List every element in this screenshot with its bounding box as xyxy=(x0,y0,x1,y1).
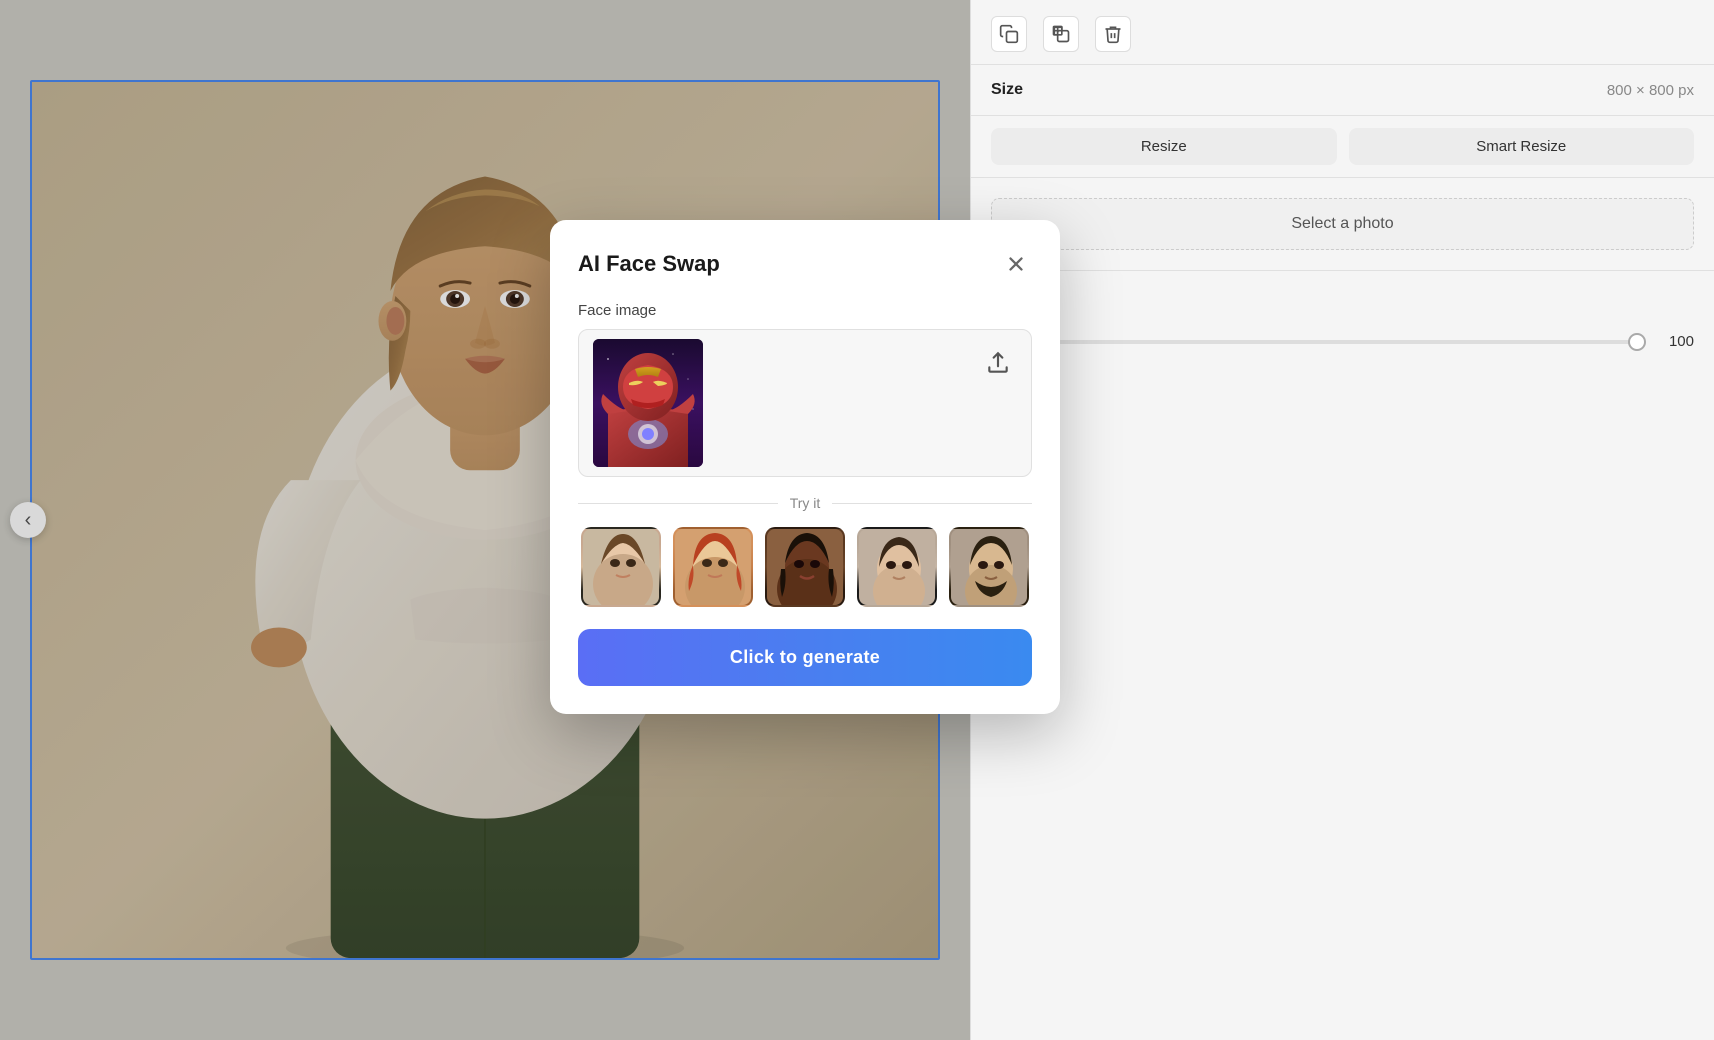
try-it-label: Try it xyxy=(790,495,821,511)
size-label: Size xyxy=(991,81,1023,99)
resize-button[interactable]: Resize xyxy=(991,128,1337,165)
divider-right xyxy=(832,503,1032,504)
sample-face-1[interactable] xyxy=(581,527,661,607)
slider-track xyxy=(991,340,1646,344)
smart-resize-button[interactable]: Smart Resize xyxy=(1349,128,1695,165)
size-value: 800 × 800 px xyxy=(1607,82,1694,99)
copy-button[interactable] xyxy=(1043,16,1079,52)
slider-row: 100 xyxy=(971,325,1714,358)
sample-face-2[interactable] xyxy=(673,527,753,607)
generate-button[interactable]: Click to generate xyxy=(578,629,1032,686)
checkbox-row xyxy=(971,271,1714,325)
modal-header: AI Face Swap xyxy=(578,248,1032,280)
sample-face-4[interactable] xyxy=(857,527,937,607)
delete-button[interactable] xyxy=(1095,16,1131,52)
slider-value: 100 xyxy=(1658,333,1694,350)
resize-row: Resize Smart Resize xyxy=(971,116,1714,178)
select-photo-area: Select a photo xyxy=(971,178,1714,271)
modal-title: AI Face Swap xyxy=(578,251,720,277)
sample-face-5[interactable] xyxy=(949,527,1029,607)
select-photo-button[interactable]: Select a photo xyxy=(991,198,1694,250)
face-image-label: Face image xyxy=(578,302,1032,319)
try-it-divider: Try it xyxy=(578,495,1032,511)
modal-close-button[interactable] xyxy=(1000,248,1032,280)
sample-faces-container xyxy=(578,527,1032,607)
size-row: Size 800 × 800 px xyxy=(971,65,1714,116)
right-panel: Size 800 × 800 px Resize Smart Resize Se… xyxy=(970,0,1714,1040)
divider-left xyxy=(578,503,778,504)
slider-thumb[interactable] xyxy=(1628,333,1646,351)
face-image-upload-area[interactable] xyxy=(578,329,1032,477)
upload-icon-button[interactable] xyxy=(979,344,1017,382)
sample-face-3[interactable] xyxy=(765,527,845,607)
copy-style-button[interactable] xyxy=(991,16,1027,52)
ai-face-swap-modal: AI Face Swap Face image xyxy=(550,220,1060,714)
face-preview-image xyxy=(593,339,703,467)
toolbar xyxy=(971,0,1714,65)
